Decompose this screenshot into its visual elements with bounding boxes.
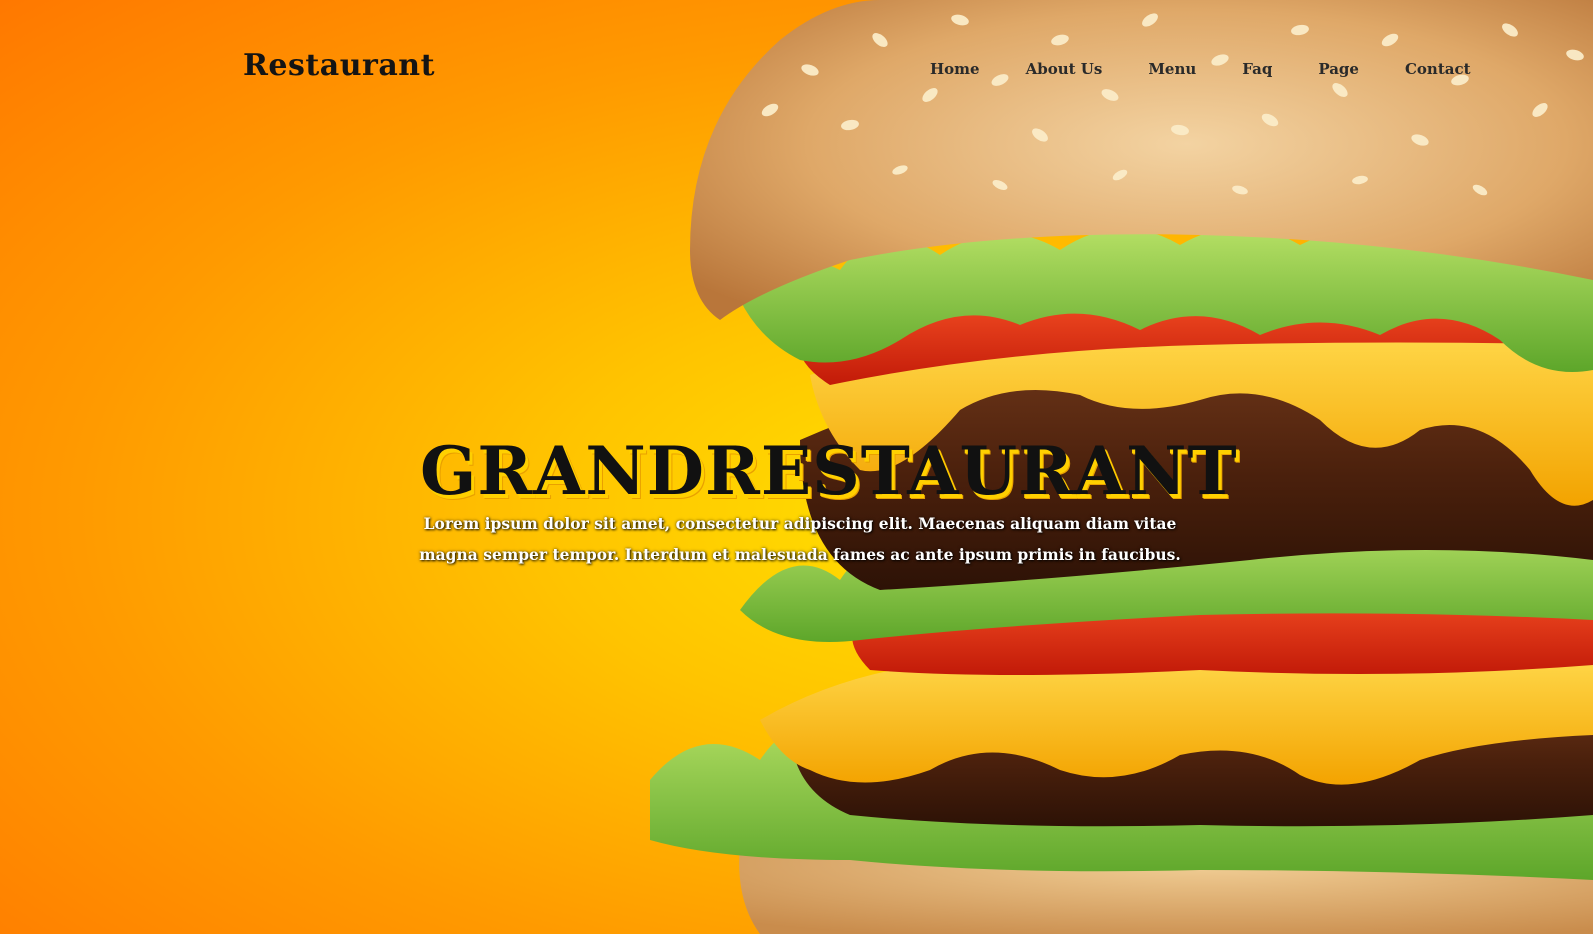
hero-section: Restaurant Home About Us Menu Faq Page C… (0, 0, 1593, 934)
site-logo[interactable]: Restaurant (243, 48, 435, 83)
nav-item-contact[interactable]: Contact (1405, 60, 1471, 78)
nav-item-faq[interactable]: Faq (1242, 60, 1272, 78)
nav-item-home[interactable]: Home (930, 60, 980, 78)
hero-description: Lorem ipsum dolor sit amet, consectetur … (419, 513, 1181, 564)
main-nav: Home About Us Menu Faq Page Contact (930, 60, 1471, 78)
nav-item-about-us[interactable]: About Us (1026, 60, 1103, 78)
hero-title: GRANDRESTAURANT (420, 432, 1238, 511)
nav-item-page[interactable]: Page (1318, 60, 1359, 78)
nav-item-menu[interactable]: Menu (1148, 60, 1196, 78)
